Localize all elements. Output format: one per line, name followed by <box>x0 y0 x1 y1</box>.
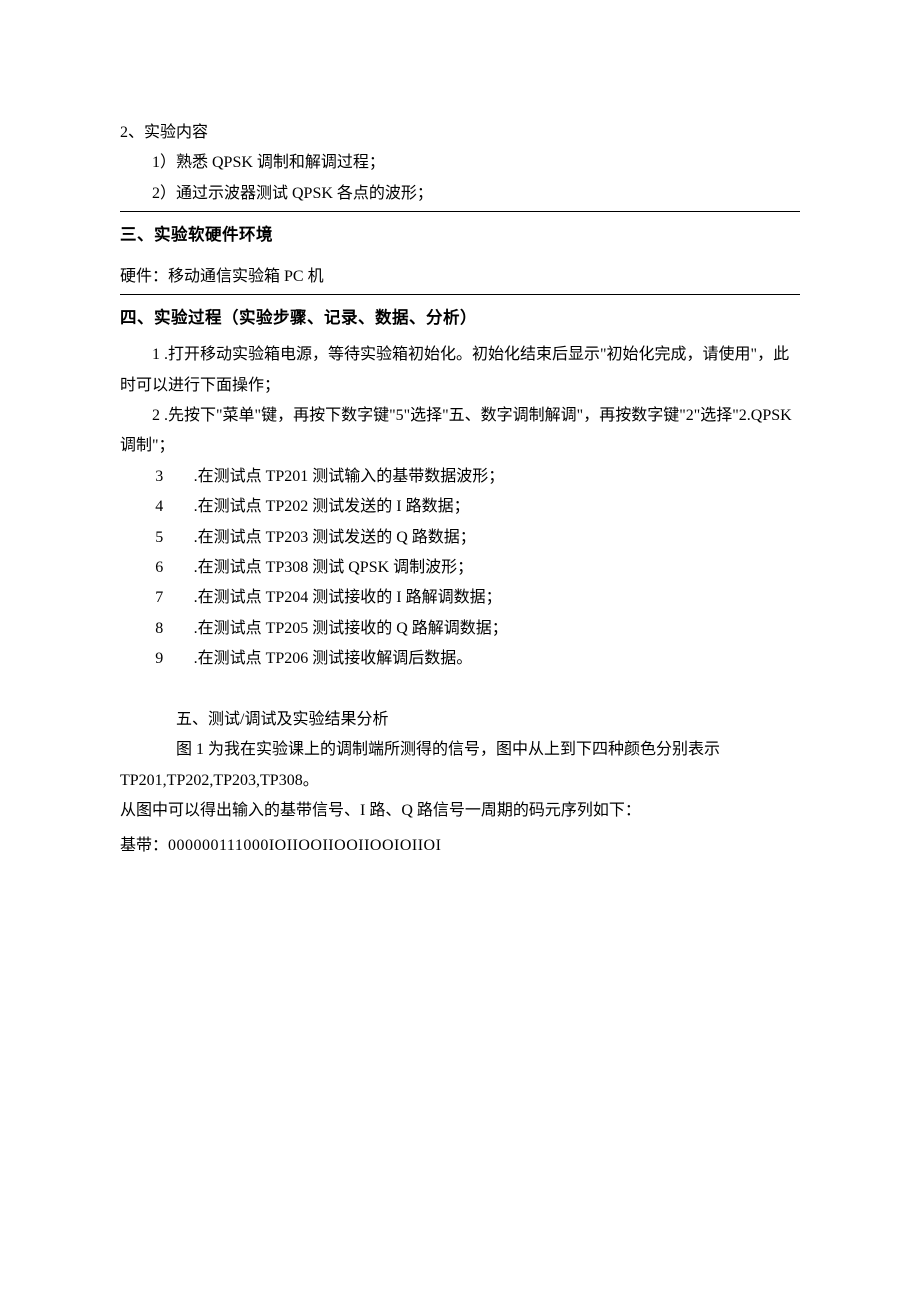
baseband-tail: IOIIOOIIOOIIOOIOIIOI <box>269 837 442 854</box>
step-5: 5 .在测试点 TP203 测试发送的 Q 路数据； <box>152 523 800 553</box>
section-4-title: 四、实验过程（实验步骤、记录、数据、分析） <box>120 303 800 334</box>
step-num: 7 <box>152 583 194 613</box>
divider-1 <box>120 211 800 212</box>
baseband-label: 基带： <box>120 837 168 854</box>
step-9: 9 .在测试点 TP206 测试接收解调后数据。 <box>152 644 800 674</box>
section-2-heading: 2、实验内容 <box>120 118 800 148</box>
figure-caption-b: TP201,TP202,TP203,TP308。 <box>120 766 800 796</box>
step-1: 1 .打开移动实验箱电源，等待实验箱初始化。初始化结束后显示"初始化完成，请使用… <box>120 340 800 401</box>
step-num: 4 <box>152 492 194 522</box>
step-text: .在测试点 TP201 测试输入的基带数据波形； <box>194 462 800 492</box>
step-2: 2 .先按下"菜单"键，再按下数字键"5"选择"五、数字调制解调"，再按数字键"… <box>120 401 800 462</box>
section-3-title: 三、实验软硬件环境 <box>120 220 800 251</box>
step-4: 4 .在测试点 TP202 测试发送的 I 路数据； <box>152 492 800 522</box>
step-num: 3 <box>152 462 194 492</box>
step-6: 6 .在测试点 TP308 测试 QPSK 调制波形； <box>152 553 800 583</box>
steps-list: 3 .在测试点 TP201 测试输入的基带数据波形； 4 .在测试点 TP202… <box>152 462 800 675</box>
step-num: 6 <box>152 553 194 583</box>
figure-caption-a: 图 1 为我在实验课上的调制端所测得的信号，图中从上到下四种颜色分别表示 <box>120 735 800 765</box>
step-num: 8 <box>152 614 194 644</box>
step-text: .在测试点 TP205 测试接收的 Q 路解调数据； <box>194 614 800 644</box>
section-2-item-1: 1）熟悉 QPSK 调制和解调过程； <box>120 148 800 178</box>
divider-2 <box>120 294 800 295</box>
section-2-item-2: 2）通过示波器测试 QPSK 各点的波形； <box>120 179 800 209</box>
step-7: 7 .在测试点 TP204 测试接收的 I 路解调数据； <box>152 583 800 613</box>
step-text: .在测试点 TP204 测试接收的 I 路解调数据； <box>194 583 800 613</box>
section-5-title: 五、测试/调试及实验结果分析 <box>120 705 800 735</box>
baseband-seq-line: 基带：000000111000IOIIOOIIOOIIOOIOIIOI <box>120 831 800 861</box>
spacer <box>120 675 800 705</box>
baseband-digits: 000000111000 <box>168 837 269 854</box>
step-8: 8 .在测试点 TP205 测试接收的 Q 路解调数据； <box>152 614 800 644</box>
step-3: 3 .在测试点 TP201 测试输入的基带数据波形； <box>152 462 800 492</box>
step-text: .在测试点 TP308 测试 QPSK 调制波形； <box>194 553 800 583</box>
step-text: .在测试点 TP206 测试接收解调后数据。 <box>194 644 800 674</box>
step-num: 9 <box>152 644 194 674</box>
document-page: 2、实验内容 1）熟悉 QPSK 调制和解调过程； 2）通过示波器测试 QPSK… <box>0 0 920 1301</box>
step-text: .在测试点 TP202 测试发送的 I 路数据； <box>194 492 800 522</box>
step-num: 5 <box>152 523 194 553</box>
hardware-line: 硬件：移动通信实验箱 PC 机 <box>120 262 800 292</box>
conclusion-line: 从图中可以得出输入的基带信号、I 路、Q 路信号一周期的码元序列如下： <box>120 796 800 826</box>
step-text: .在测试点 TP203 测试发送的 Q 路数据； <box>194 523 800 553</box>
